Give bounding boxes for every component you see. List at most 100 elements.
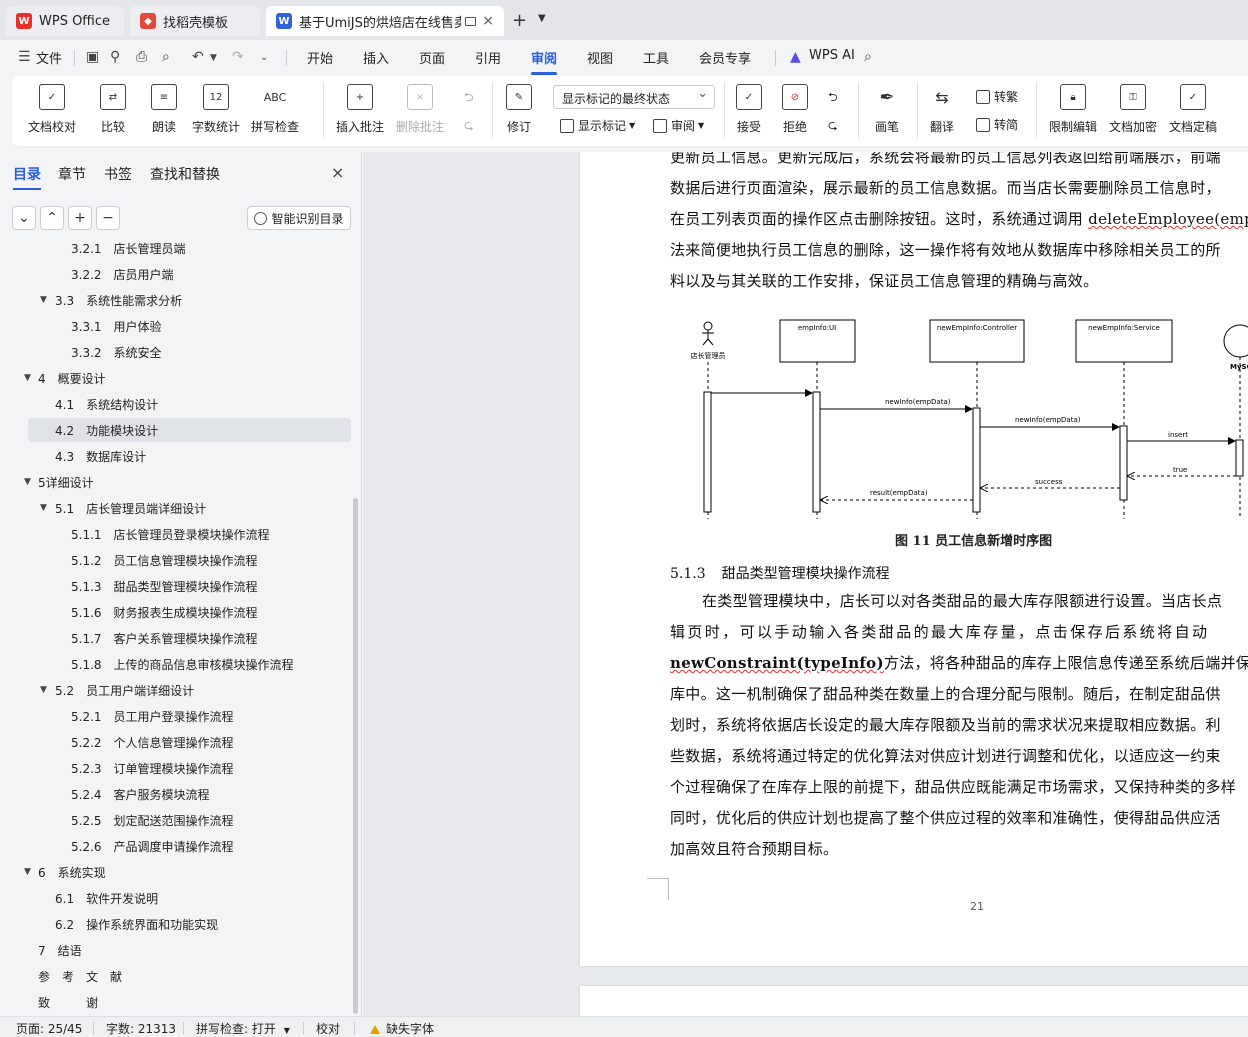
- review-pane-button[interactable]: 审阅 ▼: [653, 117, 704, 134]
- expand-arrow-icon[interactable]: ▼: [40, 685, 47, 695]
- collapse-all-button[interactable]: ⌄: [12, 206, 36, 230]
- menu-start[interactable]: 开始: [307, 48, 333, 67]
- new-tab-button[interactable]: +: [512, 10, 527, 31]
- print-icon[interactable]: ⎙: [136, 49, 147, 65]
- chevron-down-icon[interactable]: ▼: [210, 53, 217, 63]
- toc-item[interactable]: 5.1.3 甜品类型管理模块操作流程: [28, 574, 351, 598]
- toc-item[interactable]: 3.2.2 店员用户端: [28, 262, 351, 286]
- proofread-button[interactable]: ✓ 文档校对: [28, 84, 76, 135]
- proofread-status[interactable]: 校对: [316, 1020, 340, 1037]
- menu-file[interactable]: 文件: [36, 48, 62, 67]
- smart-toc-button[interactable]: 智能识别目录: [247, 206, 351, 230]
- word-count-indicator[interactable]: 字数: 21313: [106, 1020, 176, 1037]
- page-indicator[interactable]: 页面: 25/45: [16, 1020, 82, 1037]
- toc-item[interactable]: ▼ 6 系统实现: [24, 860, 351, 884]
- toc-item[interactable]: 5.1.2 员工信息管理模块操作流程: [28, 548, 351, 572]
- word-count-button[interactable]: 12 字数统计: [192, 84, 240, 135]
- next-change-icon[interactable]: ⮎: [828, 116, 838, 137]
- more-chevron-icon[interactable]: ⌄: [260, 52, 268, 63]
- menu-tools[interactable]: 工具: [643, 48, 669, 67]
- expand-arrow-icon[interactable]: ▼: [24, 477, 31, 487]
- insert-comment-button[interactable]: + 插入批注: [336, 84, 384, 135]
- toc-item[interactable]: 5.2.4 客户服务模块流程: [28, 782, 351, 806]
- panel-tab-find-replace[interactable]: 查找和替换: [150, 164, 220, 184]
- toc-item[interactable]: 5.2.5 划定配送范围操作流程: [28, 808, 351, 832]
- finalize-button[interactable]: ✓ 文档定稿: [1169, 84, 1217, 135]
- expand-up-button[interactable]: ⌃: [40, 206, 64, 230]
- expand-arrow-icon[interactable]: ▼: [40, 295, 47, 305]
- panel-tab-sections[interactable]: 章节: [58, 164, 86, 184]
- tab-docer-templates[interactable]: ◆ 找稻壳模板: [130, 6, 260, 36]
- read-aloud-button[interactable]: ≡ 朗读: [151, 84, 177, 135]
- close-panel-icon[interactable]: ×: [331, 163, 344, 182]
- toc-item[interactable]: ▼ 5.1 店长管理员端详细设计: [28, 496, 351, 520]
- menu-view[interactable]: 视图: [587, 48, 613, 67]
- menu-member[interactable]: 会员专享: [699, 48, 751, 67]
- add-heading-button[interactable]: +: [68, 206, 92, 230]
- reject-button[interactable]: ⊘ 拒绝: [782, 84, 808, 135]
- toc-item[interactable]: 5.1.7 客户关系管理模块操作流程: [28, 626, 351, 650]
- prev-change-icon[interactable]: ⮌: [828, 88, 838, 109]
- toc-item[interactable]: 致 谢: [28, 990, 351, 1014]
- toc-item[interactable]: 5.1.8 上传的商品信息审核模块操作流程: [28, 652, 351, 676]
- share-icon[interactable]: ⚲: [110, 49, 120, 65]
- expand-arrow-icon[interactable]: ▼: [24, 373, 31, 383]
- toc-item[interactable]: ▼ 3.3 系统性能需求分析: [28, 288, 351, 312]
- toc-item[interactable]: 3.2.1 店长管理员端: [28, 236, 351, 260]
- pen-button[interactable]: ✒ 画笔: [874, 84, 900, 135]
- toc-item[interactable]: 3.3.1 用户体验: [28, 314, 351, 338]
- toc-item[interactable]: 3.3.2 系统安全: [28, 340, 351, 364]
- toc-item[interactable]: 4.3 数据库设计: [28, 444, 351, 468]
- translate-button[interactable]: ⇆ 翻译: [929, 84, 955, 135]
- expand-arrow-icon[interactable]: ▼: [40, 503, 47, 513]
- redo-icon[interactable]: ↷: [232, 49, 244, 65]
- accept-button[interactable]: ✓ 接受: [736, 84, 762, 135]
- toc-item[interactable]: 6.1 软件开发说明: [28, 886, 351, 910]
- print-preview-icon[interactable]: ⌕: [162, 49, 170, 65]
- show-markup-button[interactable]: 显示标记 ▼: [560, 117, 635, 134]
- toc-item[interactable]: ▼ 5.2 员工用户端详细设计: [28, 678, 351, 702]
- menu-wps-ai[interactable]: WPS AI: [809, 48, 855, 63]
- toc-item[interactable]: 5.2.6 产品调度申请操作流程: [28, 834, 351, 858]
- to-simplified-button[interactable]: 转简: [976, 116, 1018, 133]
- toc-item[interactable]: 参 考 文 献: [28, 964, 351, 988]
- save-icon[interactable]: ▣: [86, 49, 99, 65]
- menu-page[interactable]: 页面: [419, 48, 445, 67]
- tab-document[interactable]: W 基于UmiJS的烘焙店在线售卖 ×: [266, 6, 504, 36]
- compare-button[interactable]: ⇄ 比较: [100, 84, 126, 135]
- missing-font-status[interactable]: 缺失字体: [370, 1020, 434, 1037]
- chevron-down-icon[interactable]: ▼: [538, 13, 546, 24]
- toc-item[interactable]: 4.2 功能模块设计: [28, 418, 351, 442]
- toc-scrollbar[interactable]: [353, 498, 358, 1014]
- toc-item[interactable]: 5.1.1 店长管理员登录模块操作流程: [28, 522, 351, 546]
- panel-tab-toc[interactable]: 目录: [13, 164, 41, 190]
- menu-insert[interactable]: 插入: [363, 48, 389, 67]
- toc-item[interactable]: 7 结语: [28, 938, 351, 962]
- hamburger-icon[interactable]: ☰: [18, 49, 31, 65]
- toc-item[interactable]: 5.2.1 员工用户登录操作流程: [28, 704, 351, 728]
- next-comment-icon[interactable]: ⮎: [464, 116, 474, 137]
- expand-arrow-icon[interactable]: ▼: [24, 867, 31, 877]
- revise-button[interactable]: ✎ 修订: [506, 84, 532, 135]
- toc-item[interactable]: 6.2 操作系统界面和功能实现: [28, 912, 351, 936]
- toc-item[interactable]: 4.1 系统结构设计: [28, 392, 351, 416]
- spell-check-status[interactable]: 拼写检查: 打开 ▼: [196, 1020, 290, 1037]
- toc-item[interactable]: ▼ 4 概要设计: [24, 366, 351, 390]
- prev-comment-icon[interactable]: ⮌: [464, 88, 474, 109]
- panel-tab-bookmarks[interactable]: 书签: [104, 164, 132, 184]
- toc-item[interactable]: ▼ 5详细设计: [24, 470, 351, 494]
- undo-icon[interactable]: ↶: [192, 49, 204, 65]
- remove-heading-button[interactable]: −: [96, 206, 120, 230]
- toc-item[interactable]: 5.2.3 订单管理模块操作流程: [28, 756, 351, 780]
- close-tab-icon[interactable]: ×: [482, 13, 494, 29]
- toc-item[interactable]: 5.1.6 财务报表生成模块操作流程: [28, 600, 351, 624]
- to-traditional-button[interactable]: 转繁: [976, 88, 1018, 105]
- tab-wps-office[interactable]: W WPS Office: [6, 6, 124, 36]
- markup-state-dropdown[interactable]: 显示标记的最终状态: [553, 85, 715, 109]
- search-icon[interactable]: ⌕: [864, 49, 872, 65]
- delete-comment-button[interactable]: × 删除批注: [396, 84, 444, 135]
- toc-item[interactable]: 5.2.2 个人信息管理操作流程: [28, 730, 351, 754]
- spell-check-button[interactable]: ABC 拼写检查: [251, 84, 299, 135]
- restrict-edit-button[interactable]: 🔒︎ 限制编辑: [1049, 84, 1097, 135]
- menu-reference[interactable]: 引用: [475, 48, 501, 67]
